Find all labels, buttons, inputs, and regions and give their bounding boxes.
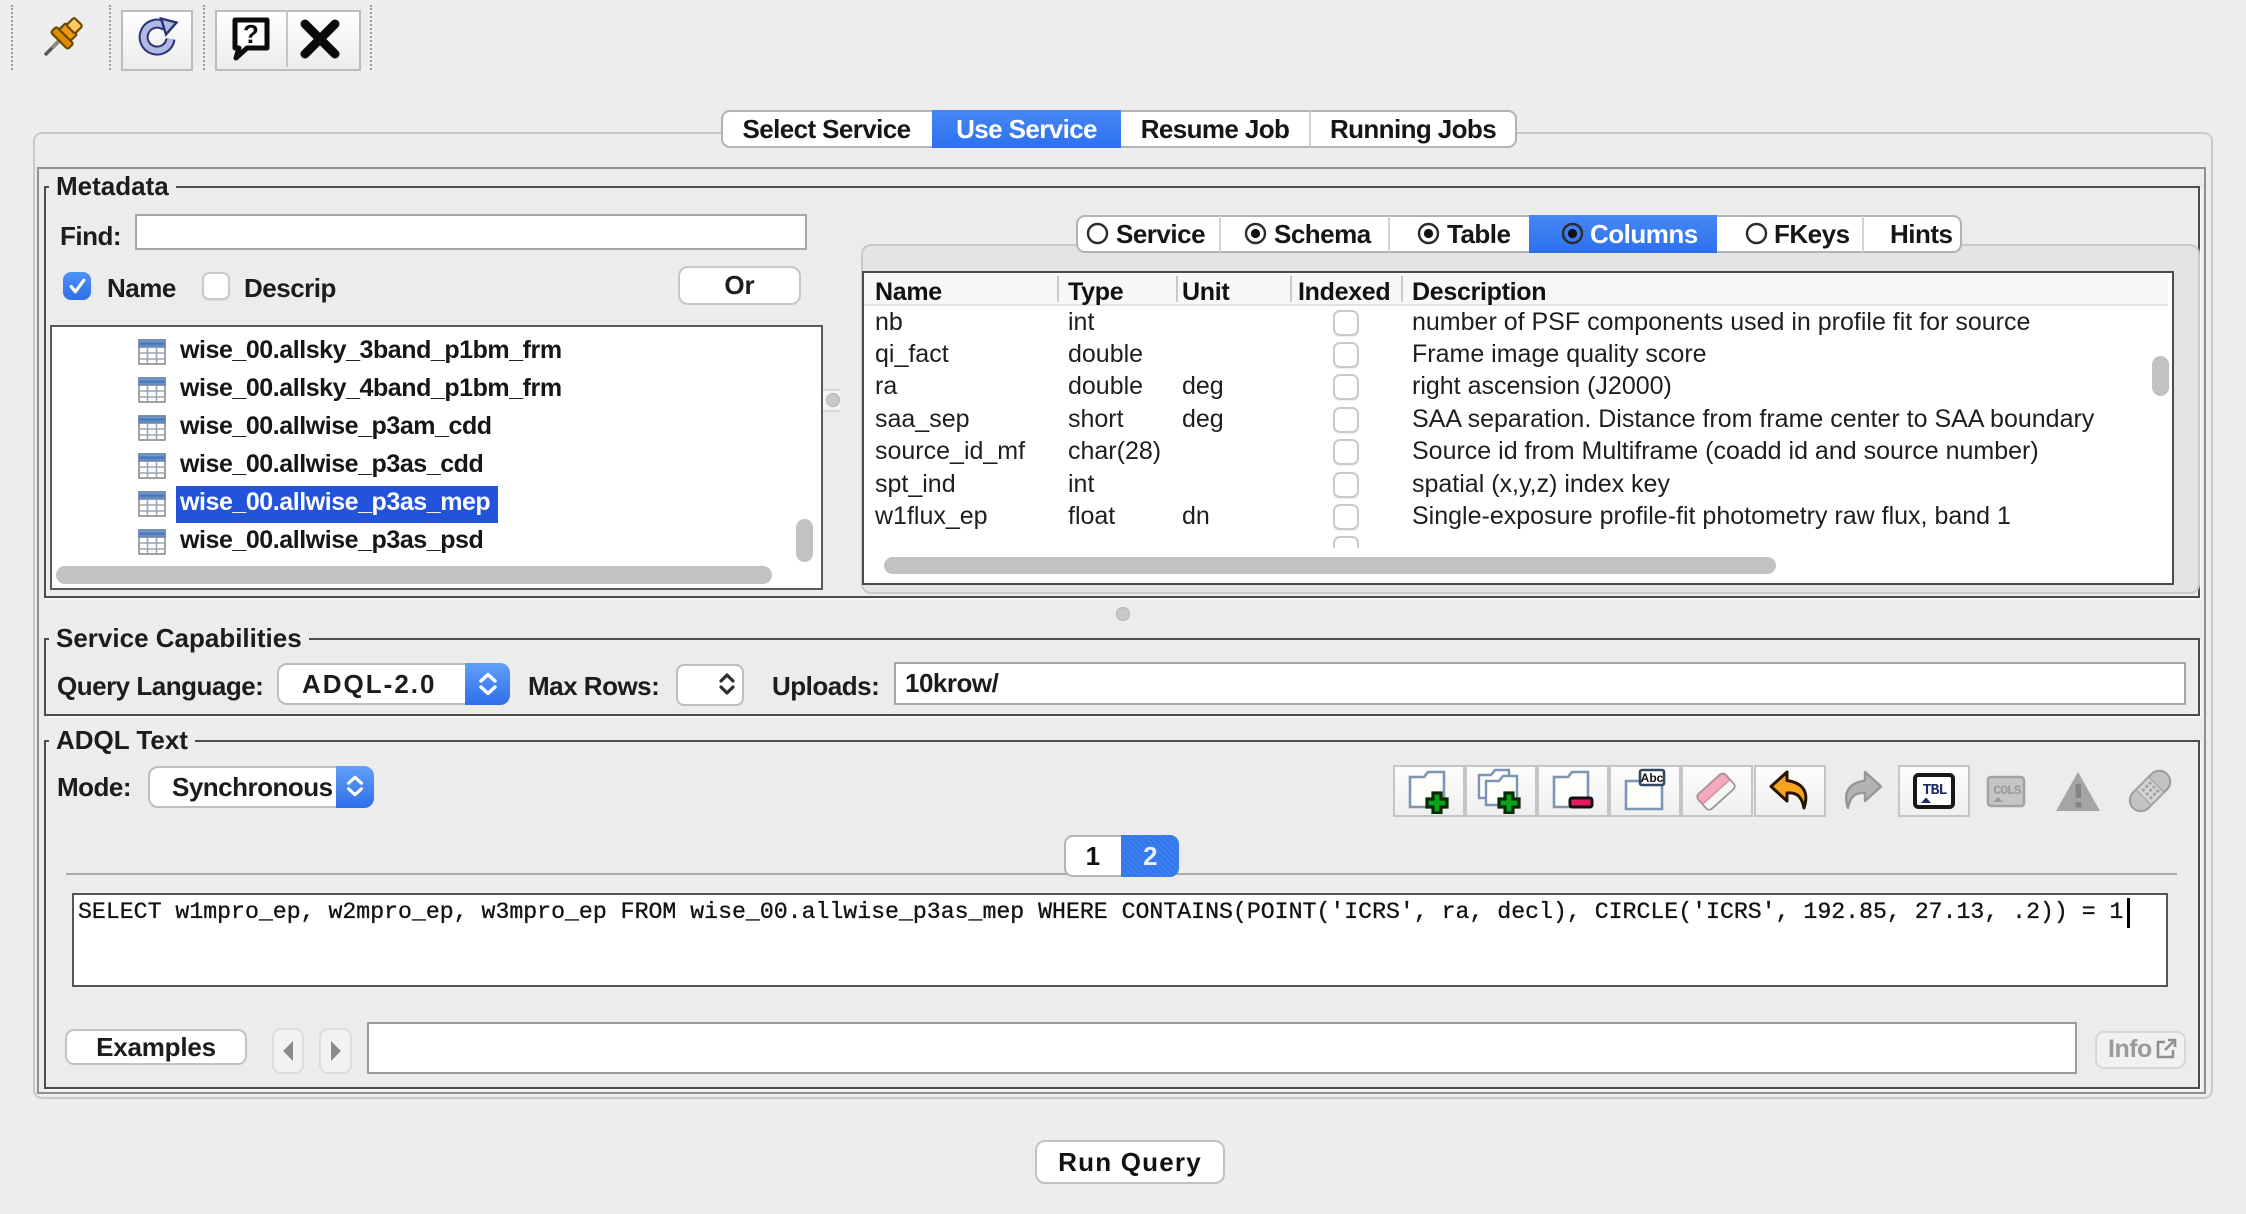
svg-text:COLS: COLS xyxy=(1993,783,2021,798)
svg-text:Abc: Abc xyxy=(1641,771,1664,785)
svg-text:?: ? xyxy=(243,19,259,49)
svg-text:TBL: TBL xyxy=(1922,782,1947,799)
